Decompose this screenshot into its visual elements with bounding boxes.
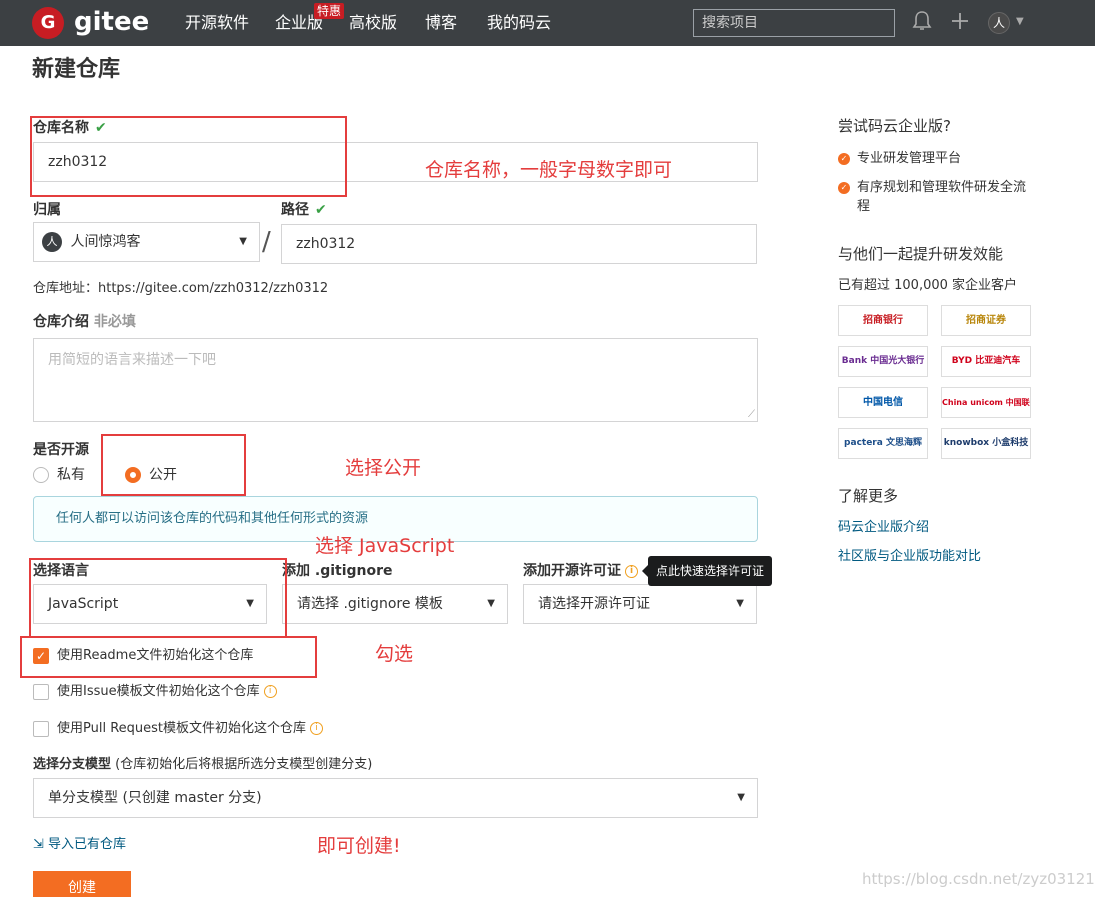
owner-value: 人间惊鸿客 xyxy=(70,234,141,250)
path-label: 路径 ✔ xyxy=(281,202,327,218)
plus-icon[interactable] xyxy=(950,10,970,38)
nav-university[interactable]: 高校版 xyxy=(349,12,397,34)
license-select[interactable]: 请选择开源许可证 ▼ xyxy=(523,584,757,624)
info-icon[interactable]: i xyxy=(625,564,638,578)
annotation-box-public xyxy=(101,434,246,496)
logo-knowbox: knowbox 小盒科技 xyxy=(941,428,1031,459)
annotation-box-name xyxy=(30,116,347,197)
pr-template-checkbox[interactable] xyxy=(33,721,49,737)
branch-model-select[interactable]: 单分支模型 (只创建 master 分支) ▼ xyxy=(33,778,758,818)
gitignore-label: 添加 .gitignore xyxy=(282,563,393,579)
gitee-logo-icon[interactable]: G xyxy=(32,7,64,39)
sidebar-together-title: 与他们一起提升研发效能 xyxy=(838,245,1004,263)
path-separator: / xyxy=(262,227,271,257)
license-tooltip: 点此快速选择许可证 xyxy=(642,556,772,586)
chevron-down-icon: ▼ xyxy=(487,598,495,609)
watermark: https://blog.csdn.net/zyz031219 xyxy=(862,870,1095,888)
logo-byd: BYD 比亚迪汽车 xyxy=(941,346,1031,377)
logo-telecom: 中国电信 xyxy=(838,387,928,418)
nav-open-source[interactable]: 开源软件 xyxy=(185,12,249,34)
repo-address: 仓库地址：https://gitee.com/zzh0312/zzh0312 xyxy=(33,281,329,296)
link-enterprise-intro[interactable]: 码云企业版介绍 xyxy=(838,518,929,537)
intro-textarea[interactable]: 用简短的语言来描述一下吧 ⟋ xyxy=(33,338,758,422)
annotation-box-readme xyxy=(20,636,317,678)
check-icon: ✓ xyxy=(838,152,850,165)
branch-model-label: 选择分支模型 (仓库初始化后将根据所选分支模型创建分支) xyxy=(33,757,373,772)
logo-pactera: pactera 文思海辉 xyxy=(838,428,928,459)
sidebar-feature-2: ✓ 有序规划和管理软件研发全流程 xyxy=(838,178,1033,216)
search-input[interactable]: 搜索项目 xyxy=(693,9,895,37)
chevron-down-icon: ▼ xyxy=(736,598,744,609)
info-icon[interactable]: i xyxy=(310,722,324,735)
open-source-label: 是否开源 xyxy=(33,442,89,458)
gitignore-select[interactable]: 请选择 .gitignore 模板 ▼ xyxy=(282,584,508,624)
path-input[interactable]: zzh0312 xyxy=(281,224,757,264)
create-button[interactable]: 创建 xyxy=(33,871,131,897)
gitee-logo-text[interactable]: gitee xyxy=(74,6,149,38)
nav-blog[interactable]: 博客 xyxy=(425,12,457,34)
sidebar-feature-1: ✓ 专业研发管理平台 xyxy=(838,149,1028,168)
top-navbar: G gitee 开源软件 企业版 特惠 高校版 博客 我的码云 搜索项目 人 ▼ xyxy=(0,0,1095,46)
promo-badge: 特惠 xyxy=(314,3,345,19)
annotation-done: 即可创建! xyxy=(317,835,401,857)
license-label: 添加开源许可证 i xyxy=(523,561,638,581)
chevron-down-icon[interactable]: ▼ xyxy=(1016,16,1024,27)
page-title: 新建仓库 xyxy=(32,57,121,82)
owner-select[interactable]: 人 人间惊鸿客 ▼ xyxy=(33,222,260,262)
logo-cms: 招商证券 xyxy=(941,305,1031,336)
nav-my-gitee[interactable]: 我的码云 xyxy=(487,12,551,34)
issue-template-label[interactable]: 使用Issue模板文件初始化这个仓库 i xyxy=(57,682,277,702)
logo-ceb: Bank 中国光大银行 xyxy=(838,346,928,377)
resize-handle-icon[interactable]: ⟋ xyxy=(748,409,755,420)
annotation-readme: 勾选 xyxy=(375,643,414,665)
annotation-name: 仓库名称，一般字母数字即可 xyxy=(425,159,673,181)
chevron-down-icon: ▼ xyxy=(737,792,745,803)
bell-icon[interactable] xyxy=(912,10,932,38)
sidebar-customers: 已有超过 100,000 家企业客户 xyxy=(838,278,1018,293)
pr-template-label[interactable]: 使用Pull Request模板文件初始化这个仓库 i xyxy=(57,719,324,739)
info-icon[interactable]: i xyxy=(263,685,277,698)
chevron-down-icon: ▼ xyxy=(239,236,247,247)
user-avatar[interactable]: 人 xyxy=(988,12,1010,34)
check-icon: ✔ xyxy=(315,202,327,218)
owner-avatar: 人 xyxy=(42,232,62,252)
import-repo-link[interactable]: ⇲ 导入已有仓库 xyxy=(33,835,126,855)
annotation-box-language xyxy=(29,558,287,638)
issue-template-checkbox[interactable] xyxy=(33,684,49,700)
annotation-public: 选择公开 xyxy=(345,457,422,479)
import-icon: ⇲ xyxy=(33,837,44,852)
intro-label: 仓库介绍 非必填 xyxy=(33,314,136,330)
logo-unicom: China unicom 中国联通 xyxy=(941,387,1031,418)
owner-label: 归属 xyxy=(33,202,61,218)
sidebar-try-title: 尝试码云企业版? xyxy=(838,117,951,135)
logo-cmb: 招商银行 xyxy=(838,305,928,336)
radio-private[interactable] xyxy=(33,467,49,483)
radio-private-label[interactable]: 私有 xyxy=(57,465,85,485)
link-compare-editions[interactable]: 社区版与企业版功能对比 xyxy=(838,547,981,566)
annotation-javascript: 选择 JavaScript xyxy=(315,535,455,557)
check-icon: ✓ xyxy=(838,181,850,194)
sidebar-more-title: 了解更多 xyxy=(838,487,899,505)
